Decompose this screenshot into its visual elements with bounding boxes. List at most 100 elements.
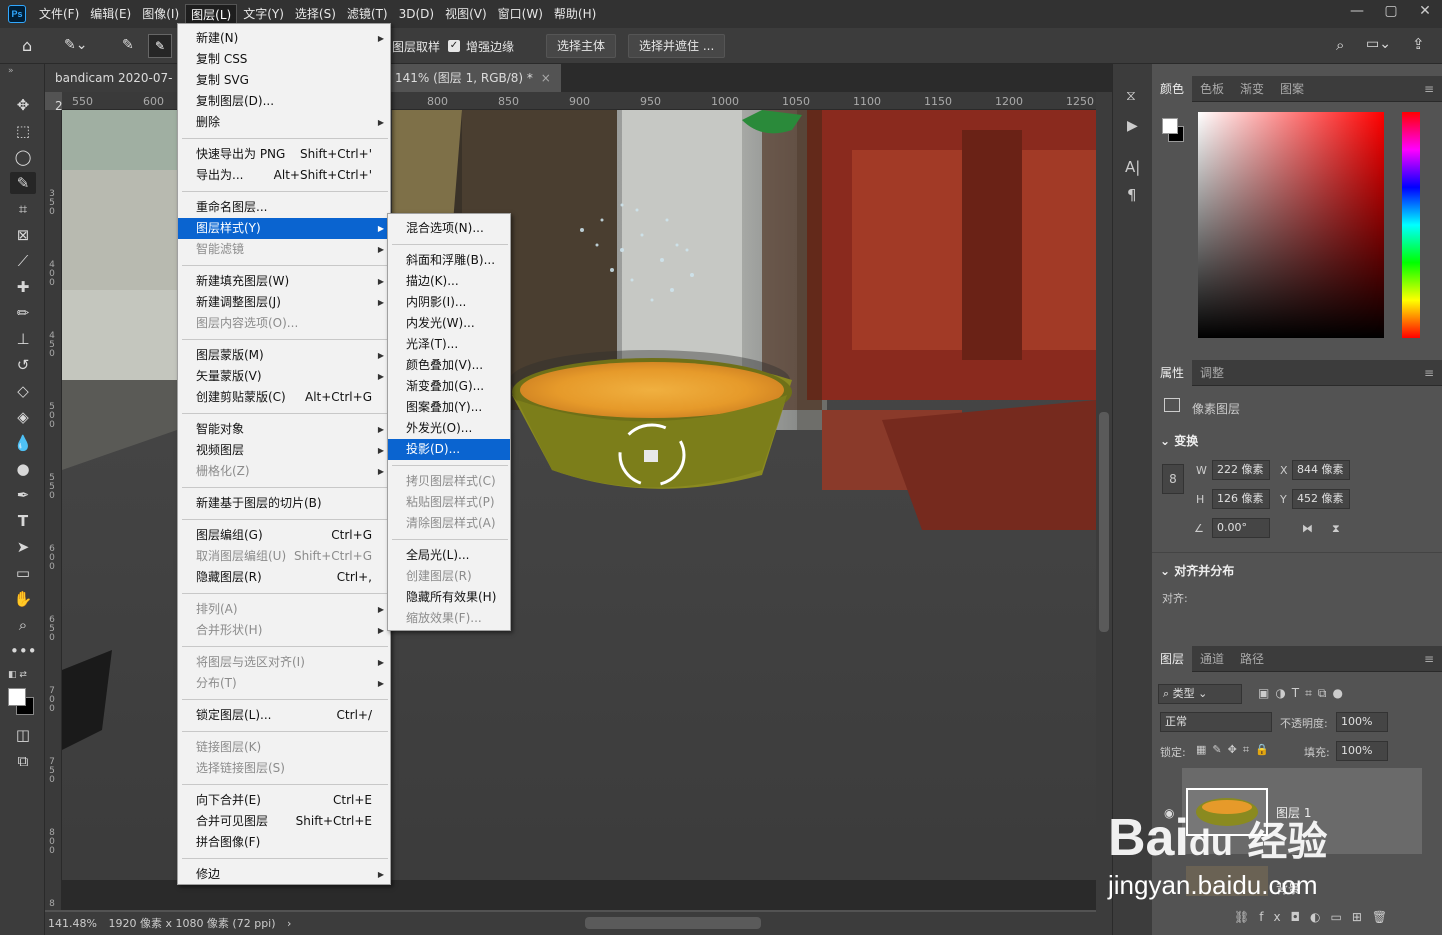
more-tools-icon[interactable]: ••• [10, 640, 37, 662]
angle-field[interactable]: 0.00° [1212, 518, 1270, 538]
lock-icons[interactable]: ▦✎✥⌗🔒 [1196, 743, 1275, 757]
menu-item[interactable]: 图层内容选项(O)... [178, 313, 390, 334]
move-tool-icon[interactable]: ✥ [10, 94, 36, 116]
layer-filter-select[interactable]: ⌕ 类型 ⌄ [1158, 684, 1242, 704]
blur-tool-icon[interactable]: 💧 [10, 432, 36, 454]
quick-mask-icon[interactable]: ◫ [10, 724, 36, 746]
vertical-scrollbar[interactable] [1096, 92, 1112, 912]
color-field[interactable] [1198, 112, 1384, 338]
menu-item[interactable]: 向下合并(E) Ctrl+E [178, 790, 390, 811]
close-button[interactable]: ✕ [1408, 0, 1442, 22]
tab-bandicam[interactable]: bandicam 2020-07-24 [45, 64, 185, 113]
menu-item[interactable]: 隐藏图层(R) Ctrl+, [178, 567, 390, 588]
menu-item[interactable]: 重命名图层... [178, 197, 390, 218]
menu-item[interactable]: 新建(N) ▶ [178, 28, 390, 49]
menu-item[interactable]: 图层样式(Y) ▶ [178, 218, 390, 239]
menu-item[interactable]: 智能对象 ▶ [178, 419, 390, 440]
menu-item[interactable]: 创建图层(R) [388, 566, 510, 587]
flip-h-icon[interactable]: ⧓ [1302, 522, 1313, 535]
tab-layers[interactable]: 图层 [1152, 646, 1193, 672]
menu-item[interactable]: 斜面和浮雕(B)... [388, 250, 510, 271]
layer-action-icons[interactable]: ⛓fx◘◐▭⊞🗑 [1234, 910, 1397, 924]
add-selection-icon[interactable]: ✎ [148, 34, 172, 58]
play-icon[interactable]: ▶ [1127, 118, 1138, 134]
character-icon[interactable]: A| [1125, 158, 1140, 176]
menu-view[interactable]: 视图(V) [440, 4, 492, 24]
tab-color[interactable]: 颜色 [1152, 76, 1193, 102]
stamp-tool-icon[interactable]: ⊥ [10, 328, 36, 350]
width-field[interactable]: 222 像素 [1212, 460, 1270, 480]
menu-item[interactable]: 智能滤镜 ▶ [178, 239, 390, 260]
menu-item[interactable]: 隐藏所有效果(H) [388, 587, 510, 608]
menu-item[interactable]: 拼合图像(F) [178, 832, 390, 853]
menu-file[interactable]: 文件(F) [34, 4, 84, 24]
menu-item[interactable]: 清除图层样式(A) [388, 513, 510, 534]
crop-tool-icon[interactable]: ⌗ [10, 198, 36, 220]
eraser-tool-icon[interactable]: ◇ [10, 380, 36, 402]
menu-item[interactable]: 链接图层(K) [178, 737, 390, 758]
select-and-mask-button[interactable]: 选择并遮住 ... [628, 34, 726, 58]
tab-properties[interactable]: 属性 [1152, 360, 1193, 386]
menu-item[interactable]: 复制 SVG [178, 70, 390, 91]
menu-item[interactable]: 投影(D)... [388, 439, 510, 460]
menu-item[interactable]: 复制图层(D)... [178, 91, 390, 112]
horizontal-scroll-thumb[interactable] [585, 917, 761, 929]
menu-item[interactable]: 删除 ▶ [178, 112, 390, 133]
menu-item[interactable]: 锁定图层(L)... Ctrl+/ [178, 705, 390, 726]
menu-item[interactable]: 新建填充图层(W) ▶ [178, 271, 390, 292]
history-icon[interactable]: ⧖ [1126, 88, 1136, 104]
menu-layer[interactable]: 图层(L) [185, 4, 238, 24]
quick-selection-preset-icon[interactable]: ✎⌄ [64, 37, 87, 53]
healing-tool-icon[interactable]: ✚ [10, 276, 36, 298]
enhance-edge-checkbox[interactable]: ✓ [448, 40, 460, 52]
share-icon[interactable]: ⇪ [1412, 35, 1425, 53]
scroll-thumb[interactable] [1099, 412, 1109, 632]
align-section[interactable]: ⌄ 对齐并分布 [1160, 562, 1234, 579]
menu-item[interactable]: 外发光(O)... [388, 418, 510, 439]
tab-adjustments[interactable]: 调整 [1192, 360, 1232, 386]
hue-slider[interactable] [1402, 112, 1420, 338]
default-colors-icon[interactable]: ◧ ⇄ [8, 670, 27, 680]
menu-item[interactable]: 快速导出为 PNG Shift+Ctrl+' [178, 144, 390, 165]
menu-item[interactable]: 渐变叠加(G)... [388, 376, 510, 397]
status-arrow-icon[interactable]: › [287, 917, 291, 930]
menu-item[interactable]: 图层编组(G) Ctrl+G [178, 525, 390, 546]
path-selection-icon[interactable]: ➤ [10, 536, 36, 558]
menu-item[interactable]: 修边 ▶ [178, 864, 390, 885]
menu-item[interactable]: 混合选项(N)... [388, 218, 510, 239]
menu-item[interactable]: 光泽(T)... [388, 334, 510, 355]
menu-item[interactable]: 内发光(W)... [388, 313, 510, 334]
lasso-tool-icon[interactable]: ◯ [10, 146, 36, 168]
menu-item[interactable]: 创建剪贴蒙版(C) Alt+Ctrl+G [178, 387, 390, 408]
menu-filter[interactable]: 滤镜(T) [342, 4, 393, 24]
paragraph-icon[interactable]: ¶ [1127, 186, 1137, 204]
tab-gradients[interactable]: 渐变 [1232, 76, 1272, 102]
menu-item[interactable]: 拷贝图层样式(C) [388, 471, 510, 492]
menu-item[interactable]: 描边(K)... [388, 271, 510, 292]
tab-swatches[interactable]: 色板 [1192, 76, 1232, 102]
foreground-color-swatch[interactable] [8, 688, 26, 706]
eyedropper-tool-icon[interactable]: ⟋ [10, 250, 36, 272]
minimize-button[interactable]: — [1340, 0, 1374, 22]
menu-item[interactable]: 分布(T) ▶ [178, 673, 390, 694]
menu-item[interactable]: 颜色叠加(V)... [388, 355, 510, 376]
workspace-icon[interactable]: ▭⌄ [1366, 36, 1391, 52]
fg-swatch[interactable] [1162, 118, 1178, 134]
quick-selection-tool-icon[interactable]: ✎ [10, 172, 36, 194]
type-tool-icon[interactable]: T [10, 510, 36, 532]
menu-item[interactable]: 新建基于图层的切片(B) [178, 493, 390, 514]
home-icon[interactable]: ⌂ [22, 36, 32, 55]
menu-help[interactable]: 帮助(H) [549, 4, 601, 24]
menu-item[interactable]: 取消图层编组(U) Shift+Ctrl+G [178, 546, 390, 567]
filter-icons[interactable]: ▣◑T⌗⧉● [1258, 686, 1349, 701]
new-selection-icon[interactable]: ✎ [122, 37, 134, 53]
menu-item[interactable]: 矢量蒙版(V) ▶ [178, 366, 390, 387]
menu-edit[interactable]: 编辑(E) [85, 4, 136, 24]
tab-close-icon[interactable]: × [541, 71, 551, 85]
menu-image[interactable]: 图像(I) [137, 4, 184, 24]
menu-item[interactable]: 栅格化(Z) ▶ [178, 461, 390, 482]
select-subject-button[interactable]: 选择主体 [546, 34, 617, 58]
panel-menu-icon[interactable]: ≡ [1424, 366, 1434, 380]
menu-item[interactable]: 内阴影(I)... [388, 292, 510, 313]
menu-select[interactable]: 选择(S) [290, 4, 341, 24]
